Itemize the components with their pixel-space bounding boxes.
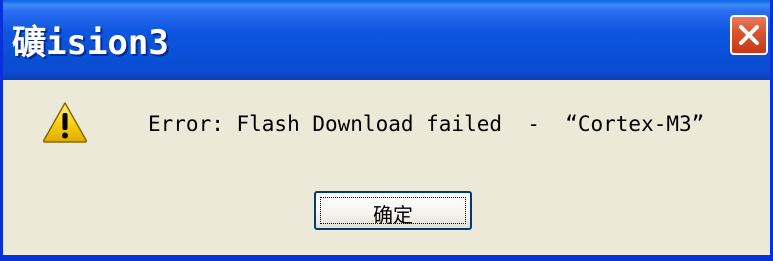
title-bar[interactable]: 礦ision3	[3, 0, 770, 80]
window-title: 礦ision3	[12, 23, 169, 63]
ok-button-label: 确定	[373, 203, 413, 227]
warning-icon	[42, 102, 88, 143]
close-x-icon	[739, 25, 759, 45]
ok-button[interactable]: 确定	[314, 191, 472, 230]
close-button[interactable]	[730, 15, 768, 55]
error-message: Error: Flash Download failed - “Cortex-M…	[148, 112, 705, 136]
error-dialog: 礦ision3 Error: Flash Download failed - “…	[0, 0, 773, 261]
